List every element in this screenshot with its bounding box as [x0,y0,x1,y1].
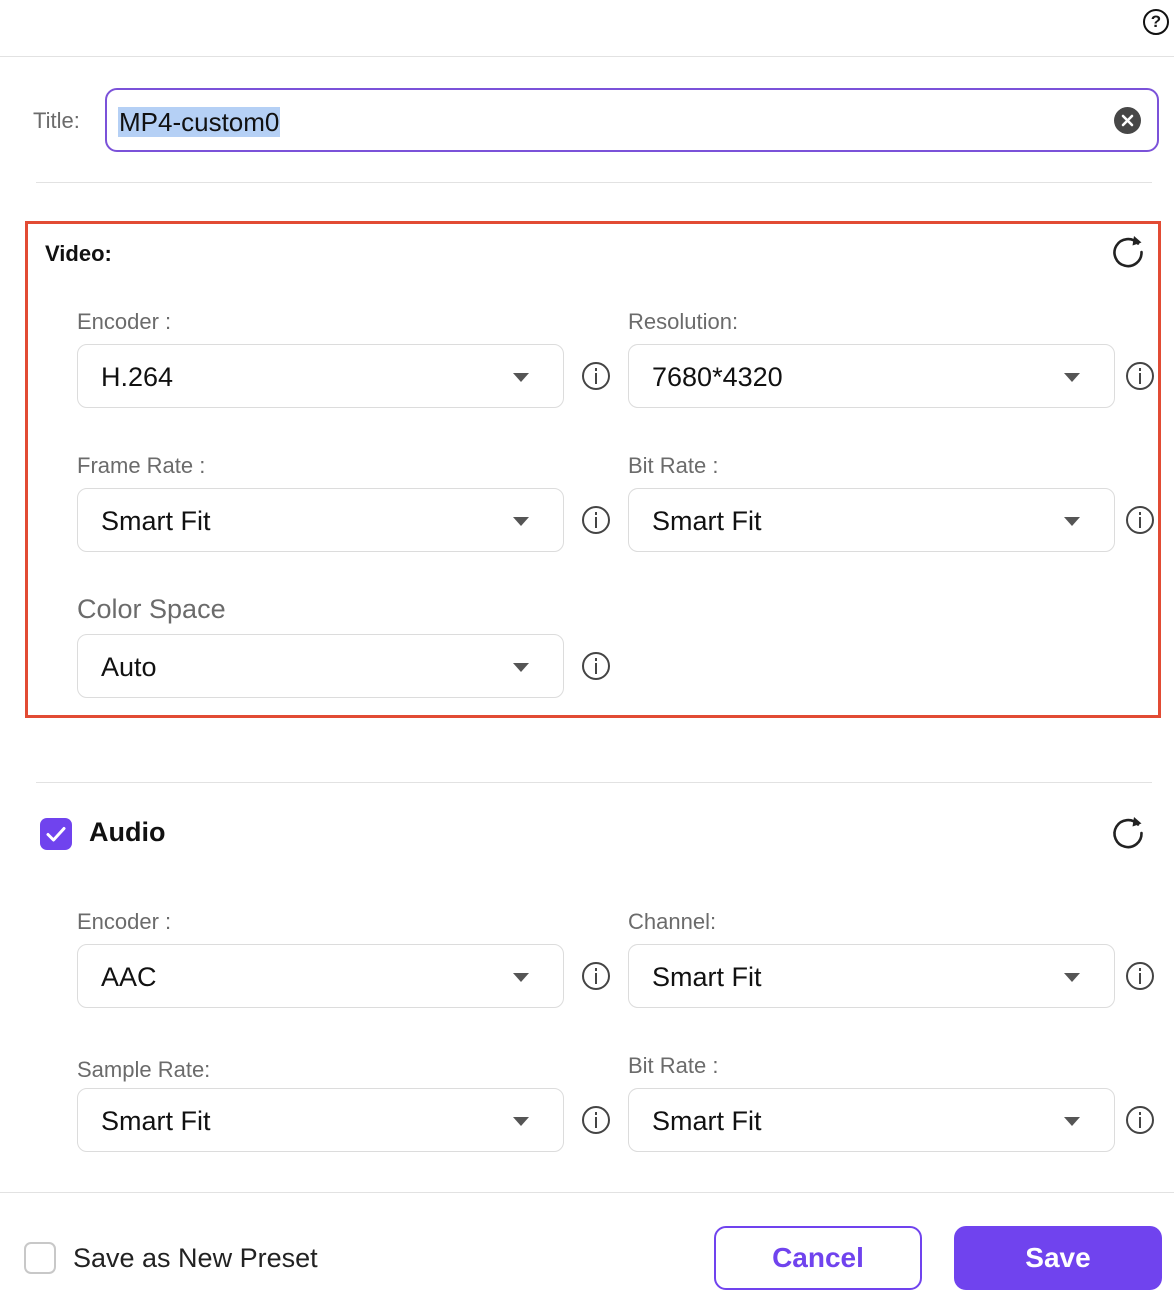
save-button[interactable]: Save [954,1226,1162,1290]
title-divider [36,182,1152,183]
chevron-down-icon [513,373,529,382]
video-reset-icon[interactable] [1110,234,1146,270]
audio-bit-rate-info-icon[interactable] [1126,1106,1154,1134]
sample-rate-value: Smart Fit [101,1106,211,1136]
title-input-value[interactable]: MP4-custom0 [118,107,281,137]
chevron-down-icon [1064,373,1080,382]
video-encoder-label: Encoder : [77,309,172,334]
cancel-button[interactable]: Cancel [714,1226,922,1290]
video-encoder-info-icon[interactable] [582,362,610,390]
chevron-down-icon [513,517,529,526]
sample-rate-label: Sample Rate: [77,1057,211,1082]
color-space-value: Auto [101,652,157,682]
chevron-down-icon [513,1117,529,1126]
audio-encoder-value: AAC [101,962,157,992]
video-encoder-select[interactable]: H.264 [77,344,564,408]
audio-bit-rate-label: Bit Rate : [628,1053,719,1078]
video-bit-rate-value: Smart Fit [652,506,762,536]
header-divider [0,56,1174,57]
audio-encoder-label: Encoder : [77,909,172,934]
channel-value: Smart Fit [652,962,762,992]
video-heading: Video: [45,241,112,266]
audio-reset-icon[interactable] [1110,815,1146,851]
frame-rate-value: Smart Fit [101,506,211,536]
resolution-label: Resolution: [628,309,739,334]
resolution-select[interactable]: 7680*4320 [628,344,1115,408]
color-space-label: Color Space [77,594,226,624]
title-input[interactable]: MP4-custom0 [105,88,1159,152]
color-space-info-icon[interactable] [582,652,610,680]
checkmark-icon [46,827,66,842]
help-icon[interactable]: ? [1143,9,1169,35]
video-audio-divider [36,782,1152,783]
sample-rate-select[interactable]: Smart Fit [77,1088,564,1152]
save-preset-label[interactable]: Save as New Preset [73,1243,318,1274]
video-bit-rate-info-icon[interactable] [1126,506,1154,534]
chevron-down-icon [513,663,529,672]
audio-encoder-info-icon[interactable] [582,962,610,990]
resolution-value: 7680*4320 [652,362,783,392]
frame-rate-label: Frame Rate : [77,453,206,478]
clear-icon[interactable] [1114,107,1141,134]
video-bit-rate-select[interactable]: Smart Fit [628,488,1115,552]
color-space-select[interactable]: Auto [77,634,564,698]
audio-heading: Audio [89,817,166,847]
audio-bit-rate-select[interactable]: Smart Fit [628,1088,1115,1152]
video-encoder-value: H.264 [101,362,174,392]
video-bit-rate-label: Bit Rate : [628,453,719,478]
frame-rate-select[interactable]: Smart Fit [77,488,564,552]
frame-rate-info-icon[interactable] [582,506,610,534]
channel-label: Channel: [628,909,717,934]
resolution-info-icon[interactable] [1126,362,1154,390]
channel-select[interactable]: Smart Fit [628,944,1115,1008]
sample-rate-info-icon[interactable] [582,1106,610,1134]
audio-enabled-checkbox[interactable] [40,818,72,850]
channel-info-icon[interactable] [1126,962,1154,990]
chevron-down-icon [513,973,529,982]
chevron-down-icon [1064,1117,1080,1126]
chevron-down-icon [1064,973,1080,982]
footer-divider [0,1192,1174,1193]
chevron-down-icon [1064,517,1080,526]
title-label: Title: [33,108,80,133]
audio-encoder-select[interactable]: AAC [77,944,564,1008]
save-preset-checkbox[interactable] [24,1242,56,1274]
audio-bit-rate-value: Smart Fit [652,1106,762,1136]
